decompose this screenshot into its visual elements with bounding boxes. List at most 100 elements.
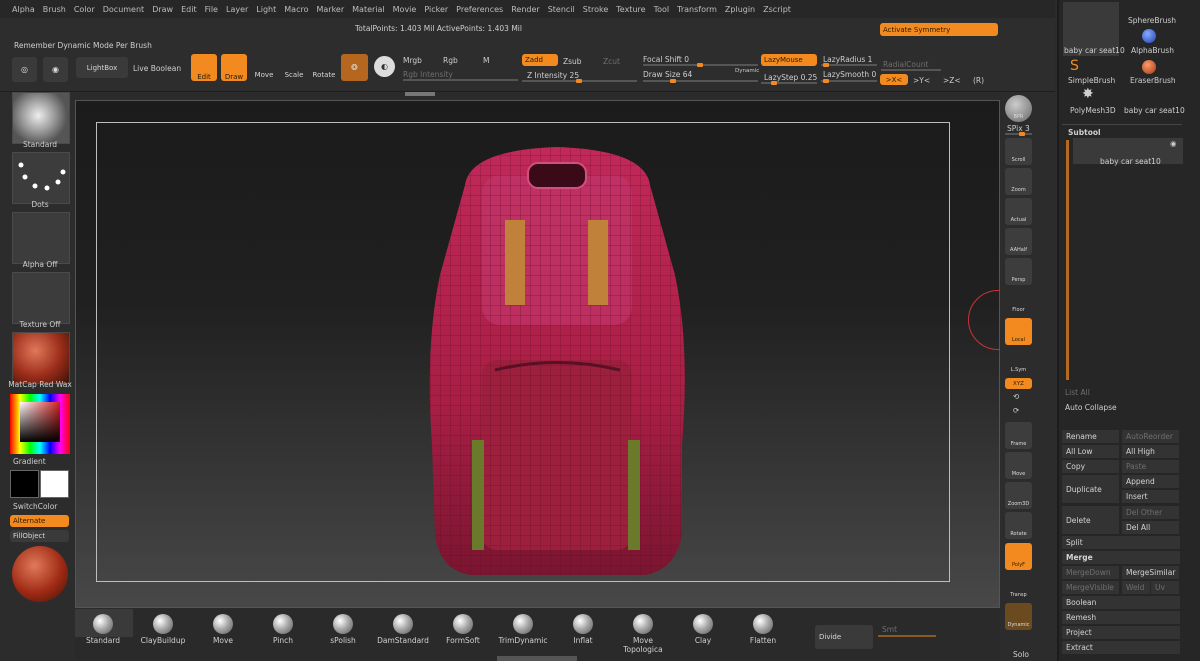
mrgb-toggle[interactable]: Mrgb: [403, 56, 422, 65]
scroll-button[interactable]: Scroll: [1005, 138, 1032, 165]
brush-button[interactable]: DamStandard: [373, 610, 433, 655]
project-section[interactable]: Project: [1062, 626, 1180, 639]
material-swatch-icon[interactable]: ❂: [341, 54, 368, 81]
menu-item[interactable]: Color: [70, 5, 99, 14]
mergesimilar-button[interactable]: MergeSimilar: [1122, 566, 1179, 579]
rotate-button[interactable]: Rotate: [313, 56, 335, 79]
spix-track[interactable]: [1005, 132, 1032, 136]
brush-button[interactable]: Inflat: [553, 610, 613, 655]
aahalf-button[interactable]: AAHalf: [1005, 228, 1032, 255]
lsym-button[interactable]: L.Sym: [1005, 348, 1032, 375]
focal-shift-slider[interactable]: Focal Shift 0: [643, 55, 689, 64]
saturation-value-square[interactable]: [20, 402, 60, 442]
lazyradius-track[interactable]: [821, 63, 877, 67]
extract-section[interactable]: Extract: [1062, 641, 1180, 654]
smt-toggle[interactable]: Smt: [882, 625, 897, 634]
brush-button[interactable]: Clay: [673, 610, 733, 655]
dynamic-button[interactable]: Dynamic: [1005, 603, 1032, 630]
fillobject-button[interactable]: FillObject: [10, 530, 69, 542]
eye-icon[interactable]: ◉: [1170, 139, 1177, 148]
rgb-intensity-slider[interactable]: Rgb Intensity: [403, 70, 453, 79]
transp-button[interactable]: Transp: [1005, 573, 1032, 600]
persp-button[interactable]: Persp: [1005, 258, 1032, 285]
menu-item[interactable]: Zscript: [759, 5, 795, 14]
zsub-button[interactable]: Zsub: [563, 57, 582, 66]
menu-item[interactable]: Preferences: [452, 5, 507, 14]
remember-dynamic-mode[interactable]: Remember Dynamic Mode Per Brush: [14, 41, 152, 50]
menu-item[interactable]: Macro: [280, 5, 312, 14]
focal-shift-track[interactable]: [643, 63, 758, 67]
menu-item[interactable]: Layer: [222, 5, 252, 14]
brush-button[interactable]: TrimDynamic: [493, 610, 553, 655]
mergevisible-button[interactable]: MergeVisible: [1062, 581, 1119, 594]
tool-item-label[interactable]: PolyMesh3D: [1070, 106, 1116, 115]
actual-button[interactable]: Actual: [1005, 198, 1032, 225]
menu-item[interactable]: Transform: [673, 5, 721, 14]
rotate-y-icon[interactable]: ⟲: [1013, 392, 1019, 401]
brush-button[interactable]: Move Topologica: [613, 610, 673, 655]
brush-button[interactable]: Move: [193, 610, 253, 655]
brush-thumbnail[interactable]: [12, 92, 70, 144]
divide-button[interactable]: Divide: [815, 625, 873, 649]
polyf-button[interactable]: PolyF: [1005, 543, 1032, 570]
boolean-section[interactable]: Boolean: [1062, 596, 1180, 609]
menu-item[interactable]: Light: [252, 5, 280, 14]
draw-size-track[interactable]: [643, 79, 758, 83]
main-color-swatch[interactable]: [40, 470, 69, 498]
dynamic-toggle[interactable]: Dynamic: [735, 68, 759, 74]
baby-car-seat-model[interactable]: [420, 145, 695, 590]
brush-button[interactable]: Pinch: [253, 610, 313, 655]
autoreorder-button[interactable]: AutoReorder: [1122, 430, 1179, 443]
color-picker[interactable]: [10, 394, 70, 454]
menu-item[interactable]: Stroke: [579, 5, 613, 14]
draw-mode-icon[interactable]: ◉: [43, 57, 68, 82]
weld-button[interactable]: Weld: [1122, 581, 1150, 594]
auto-collapse-button[interactable]: Auto Collapse: [1065, 403, 1117, 412]
menu-item[interactable]: File: [201, 5, 222, 14]
rename-button[interactable]: Rename: [1062, 430, 1119, 443]
brush-button[interactable]: sPolish: [313, 610, 373, 655]
lazyradius-slider[interactable]: LazyRadius 1: [823, 55, 872, 64]
tool-item-label[interactable]: SphereBrush: [1128, 16, 1176, 25]
list-all-button[interactable]: List All: [1065, 388, 1090, 397]
sym-z-button[interactable]: >Z<: [943, 76, 961, 85]
z-intensity-slider[interactable]: Z Intensity 25: [527, 71, 579, 80]
texture-thumbnail[interactable]: [12, 272, 70, 324]
alpha-thumbnail[interactable]: [12, 212, 70, 264]
menu-item[interactable]: Stencil: [544, 5, 579, 14]
move-button[interactable]: Move: [253, 56, 275, 79]
sym-y-button[interactable]: >Y<: [913, 76, 930, 85]
radialcount-track[interactable]: [881, 69, 941, 71]
brush-button[interactable]: Standard: [73, 610, 133, 655]
brush-button[interactable]: FormSoft: [433, 610, 493, 655]
spotlight-icon[interactable]: ◎: [12, 57, 37, 82]
paste-button[interactable]: Paste: [1122, 460, 1179, 473]
tool-item-label[interactable]: EraserBrush: [1130, 76, 1176, 85]
menu-item[interactable]: Brush: [39, 5, 70, 14]
texture-swatch-icon[interactable]: ◐: [374, 56, 395, 77]
split-section[interactable]: Split: [1062, 536, 1180, 549]
material-thumbnail[interactable]: [12, 332, 70, 384]
floor-button[interactable]: Floor: [1005, 288, 1032, 315]
z-intensity-track[interactable]: [522, 79, 637, 83]
del-other-button[interactable]: Del Other: [1122, 506, 1179, 519]
m-toggle[interactable]: M: [483, 56, 489, 65]
lazysmooth-slider[interactable]: LazySmooth 0: [823, 70, 876, 79]
menu-item[interactable]: Document: [99, 5, 148, 14]
subtool-header[interactable]: Subtool: [1068, 128, 1101, 137]
menu-item[interactable]: Draw: [148, 5, 177, 14]
zcut-button[interactable]: Zcut: [603, 57, 620, 66]
tool-item-label[interactable]: AlphaBrush: [1131, 46, 1174, 55]
zadd-button[interactable]: Zadd: [522, 54, 558, 66]
menu-item[interactable]: Movie: [389, 5, 421, 14]
delete-button[interactable]: Delete: [1062, 506, 1119, 534]
scale-button[interactable]: Scale: [283, 56, 305, 79]
menu-item[interactable]: Tool: [650, 5, 674, 14]
xyz-button[interactable]: XYZ: [1005, 378, 1032, 389]
edit-button[interactable]: Edit: [191, 54, 217, 81]
radialcount-slider[interactable]: RadialCount: [883, 60, 928, 69]
mergedown-button[interactable]: MergeDown: [1062, 566, 1119, 579]
rotate-view-button[interactable]: Rotate: [1005, 512, 1032, 539]
local-button[interactable]: Local: [1005, 318, 1032, 345]
uv-button[interactable]: Uv: [1151, 581, 1179, 594]
